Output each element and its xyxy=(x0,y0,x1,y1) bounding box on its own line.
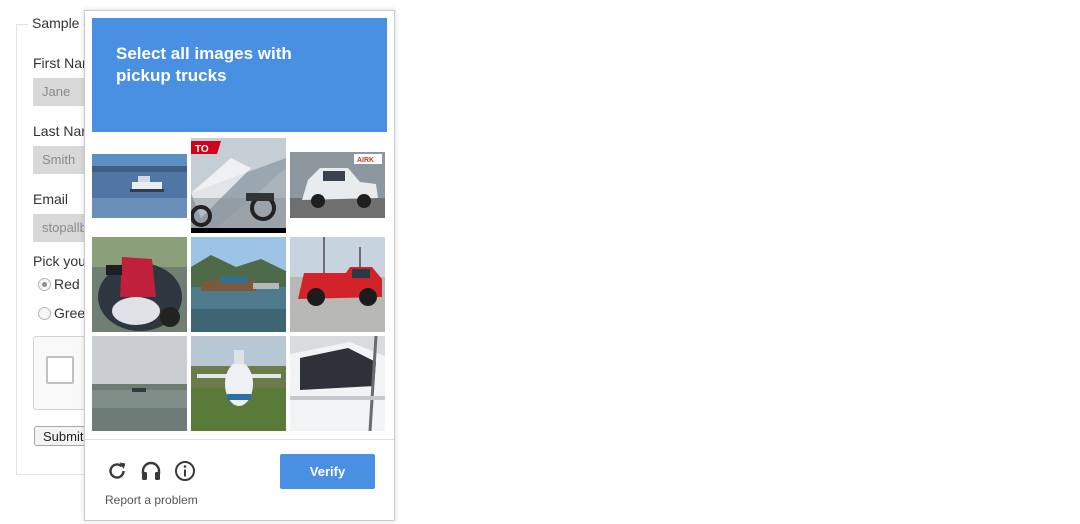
captcha-challenge-popup: Select all images with pickup trucks TO … xyxy=(84,10,395,521)
radio-label: Red xyxy=(54,276,80,292)
challenge-title-line2: pickup trucks xyxy=(116,66,227,85)
image-tile-motorcycle-dealership[interactable]: TO xyxy=(191,138,286,233)
footer-divider xyxy=(85,439,394,440)
color-pick-label: Pick you xyxy=(33,253,86,269)
image-tile-boat-on-lake[interactable] xyxy=(92,138,187,233)
radio-button[interactable] xyxy=(38,277,51,291)
challenge-header: Select all images with pickup trucks xyxy=(92,18,387,132)
image-tile-small-airplane[interactable] xyxy=(191,336,286,431)
image-grid: TO AIRK xyxy=(92,138,387,433)
verify-button[interactable]: Verify xyxy=(280,454,375,489)
audio-icon[interactable] xyxy=(139,459,163,483)
radio-green[interactable]: Greer xyxy=(38,305,90,321)
image-tile-white-car-side[interactable] xyxy=(290,336,385,431)
image-tile-motorcycle-closeup[interactable] xyxy=(92,237,187,332)
report-problem-link[interactable]: Report a problem xyxy=(105,493,198,507)
reload-icon[interactable] xyxy=(105,459,129,483)
dealership-sign-text: AIRK xyxy=(357,157,374,164)
dealership-sign-text: TO xyxy=(195,144,209,155)
form-legend: Sample xyxy=(28,15,84,31)
radio-button[interactable] xyxy=(38,306,51,320)
image-tile-white-pickup-truck[interactable]: AIRK xyxy=(290,138,385,233)
radio-red[interactable]: Red xyxy=(38,276,80,292)
first-name-label: First Nar xyxy=(33,55,87,71)
image-tile-boats-at-dock[interactable] xyxy=(191,237,286,332)
last-name-label: Last Nar xyxy=(33,123,86,139)
image-tile-lake-boat-distant[interactable] xyxy=(92,336,187,431)
challenge-title-line1: Select all images with xyxy=(116,44,292,63)
info-icon[interactable] xyxy=(173,459,197,483)
image-tile-red-pickup-truck[interactable] xyxy=(290,237,385,332)
recaptcha-checkbox[interactable] xyxy=(46,356,74,384)
email-label: Email xyxy=(33,191,69,207)
